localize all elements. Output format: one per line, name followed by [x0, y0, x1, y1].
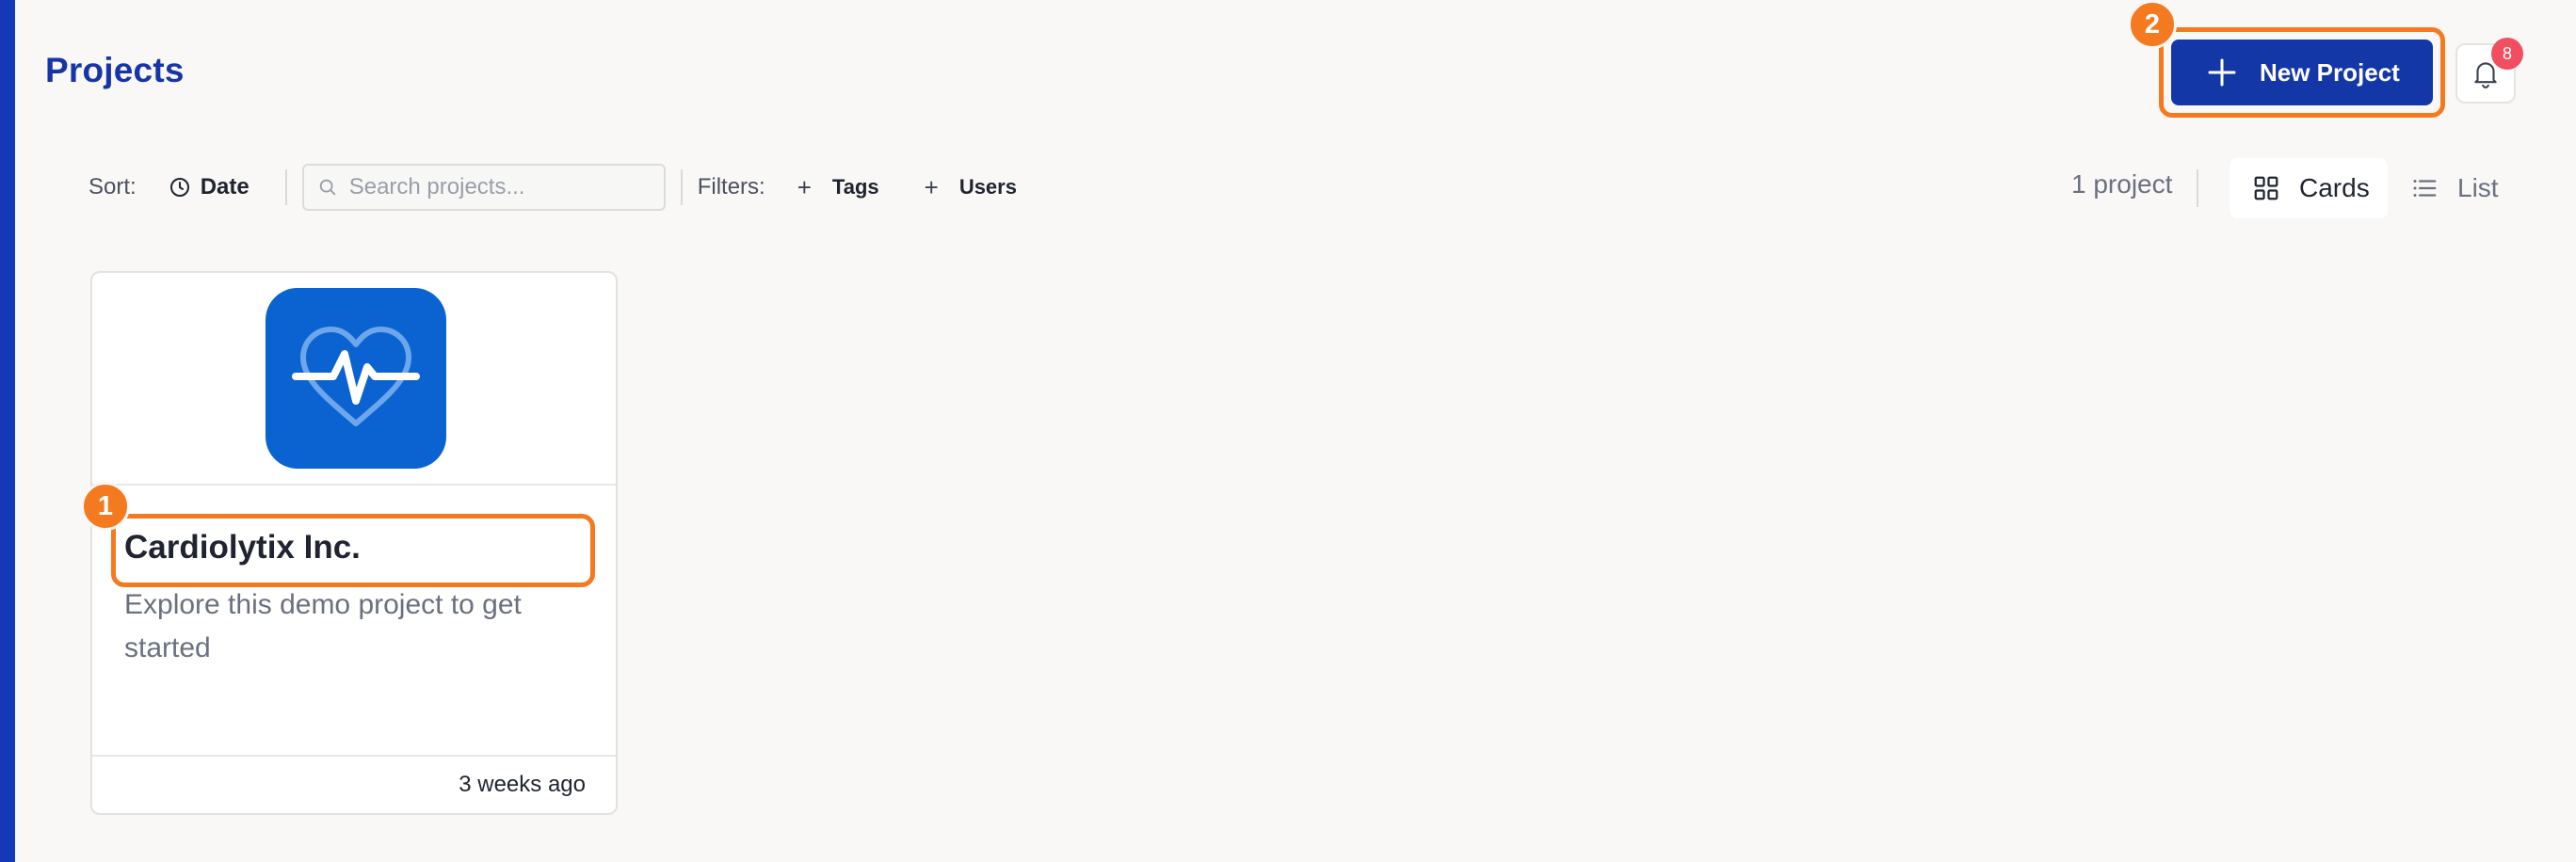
filters-label: Filters:: [697, 174, 765, 200]
sort-date-button[interactable]: Date: [169, 174, 250, 200]
project-card[interactable]: Cardiolytix Inc. 1 Explore this demo pro…: [81, 271, 618, 815]
project-description: Explore this demo project to get started: [124, 589, 522, 663]
left-sidebar-rail: [0, 0, 15, 862]
new-project-label: New Project: [2260, 57, 2400, 87]
project-updated-time: 3 weeks ago: [459, 772, 586, 797]
toolbar-divider: [680, 169, 683, 205]
sort-label: Sort:: [89, 174, 137, 200]
view-list-toggle[interactable]: List: [2410, 158, 2523, 218]
clock-icon: [169, 178, 189, 197]
view-cards-label: Cards: [2299, 173, 2370, 202]
search-input[interactable]: [348, 174, 651, 200]
filter-tags-label: Tags: [831, 175, 879, 199]
step-badge-2: 2: [2128, 0, 2177, 49]
plus-icon: +: [924, 172, 939, 201]
project-name[interactable]: Cardiolytix Inc.: [124, 529, 361, 567]
project-card-header: [92, 273, 616, 486]
sort-date-label: Date: [200, 174, 250, 200]
grid-icon: [2254, 176, 2278, 200]
step-badge-1: 1: [81, 482, 130, 531]
new-project-button[interactable]: New Project: [2171, 40, 2433, 105]
filter-users-button[interactable]: + Users: [925, 173, 1017, 202]
plus-icon: +: [797, 172, 812, 201]
heart-pulse-icon: [266, 288, 446, 469]
filter-users-label: Users: [958, 175, 1017, 199]
list-icon: [2413, 180, 2437, 197]
search-icon: [319, 179, 335, 196]
search-box[interactable]: [301, 164, 666, 211]
project-count: 1 project: [2071, 169, 2173, 199]
projects-toolbar: Sort: Date Filters: + Tags + Users: [89, 162, 1062, 213]
notification-count-badge: 8: [2491, 38, 2523, 70]
plus-icon: [2208, 58, 2236, 87]
view-cards-toggle[interactable]: Cards: [2230, 158, 2388, 218]
page-title: Projects: [45, 51, 185, 89]
projects-page: Projects New Project 2 8 Sort: Date Sear…: [0, 0, 2576, 862]
toolbar-divider: [284, 169, 287, 205]
view-list-label: List: [2457, 173, 2499, 202]
toolbar-divider: [2197, 169, 2198, 207]
project-card-footer: 3 weeks ago: [92, 755, 616, 813]
filter-tags-button[interactable]: + Tags: [797, 173, 879, 202]
